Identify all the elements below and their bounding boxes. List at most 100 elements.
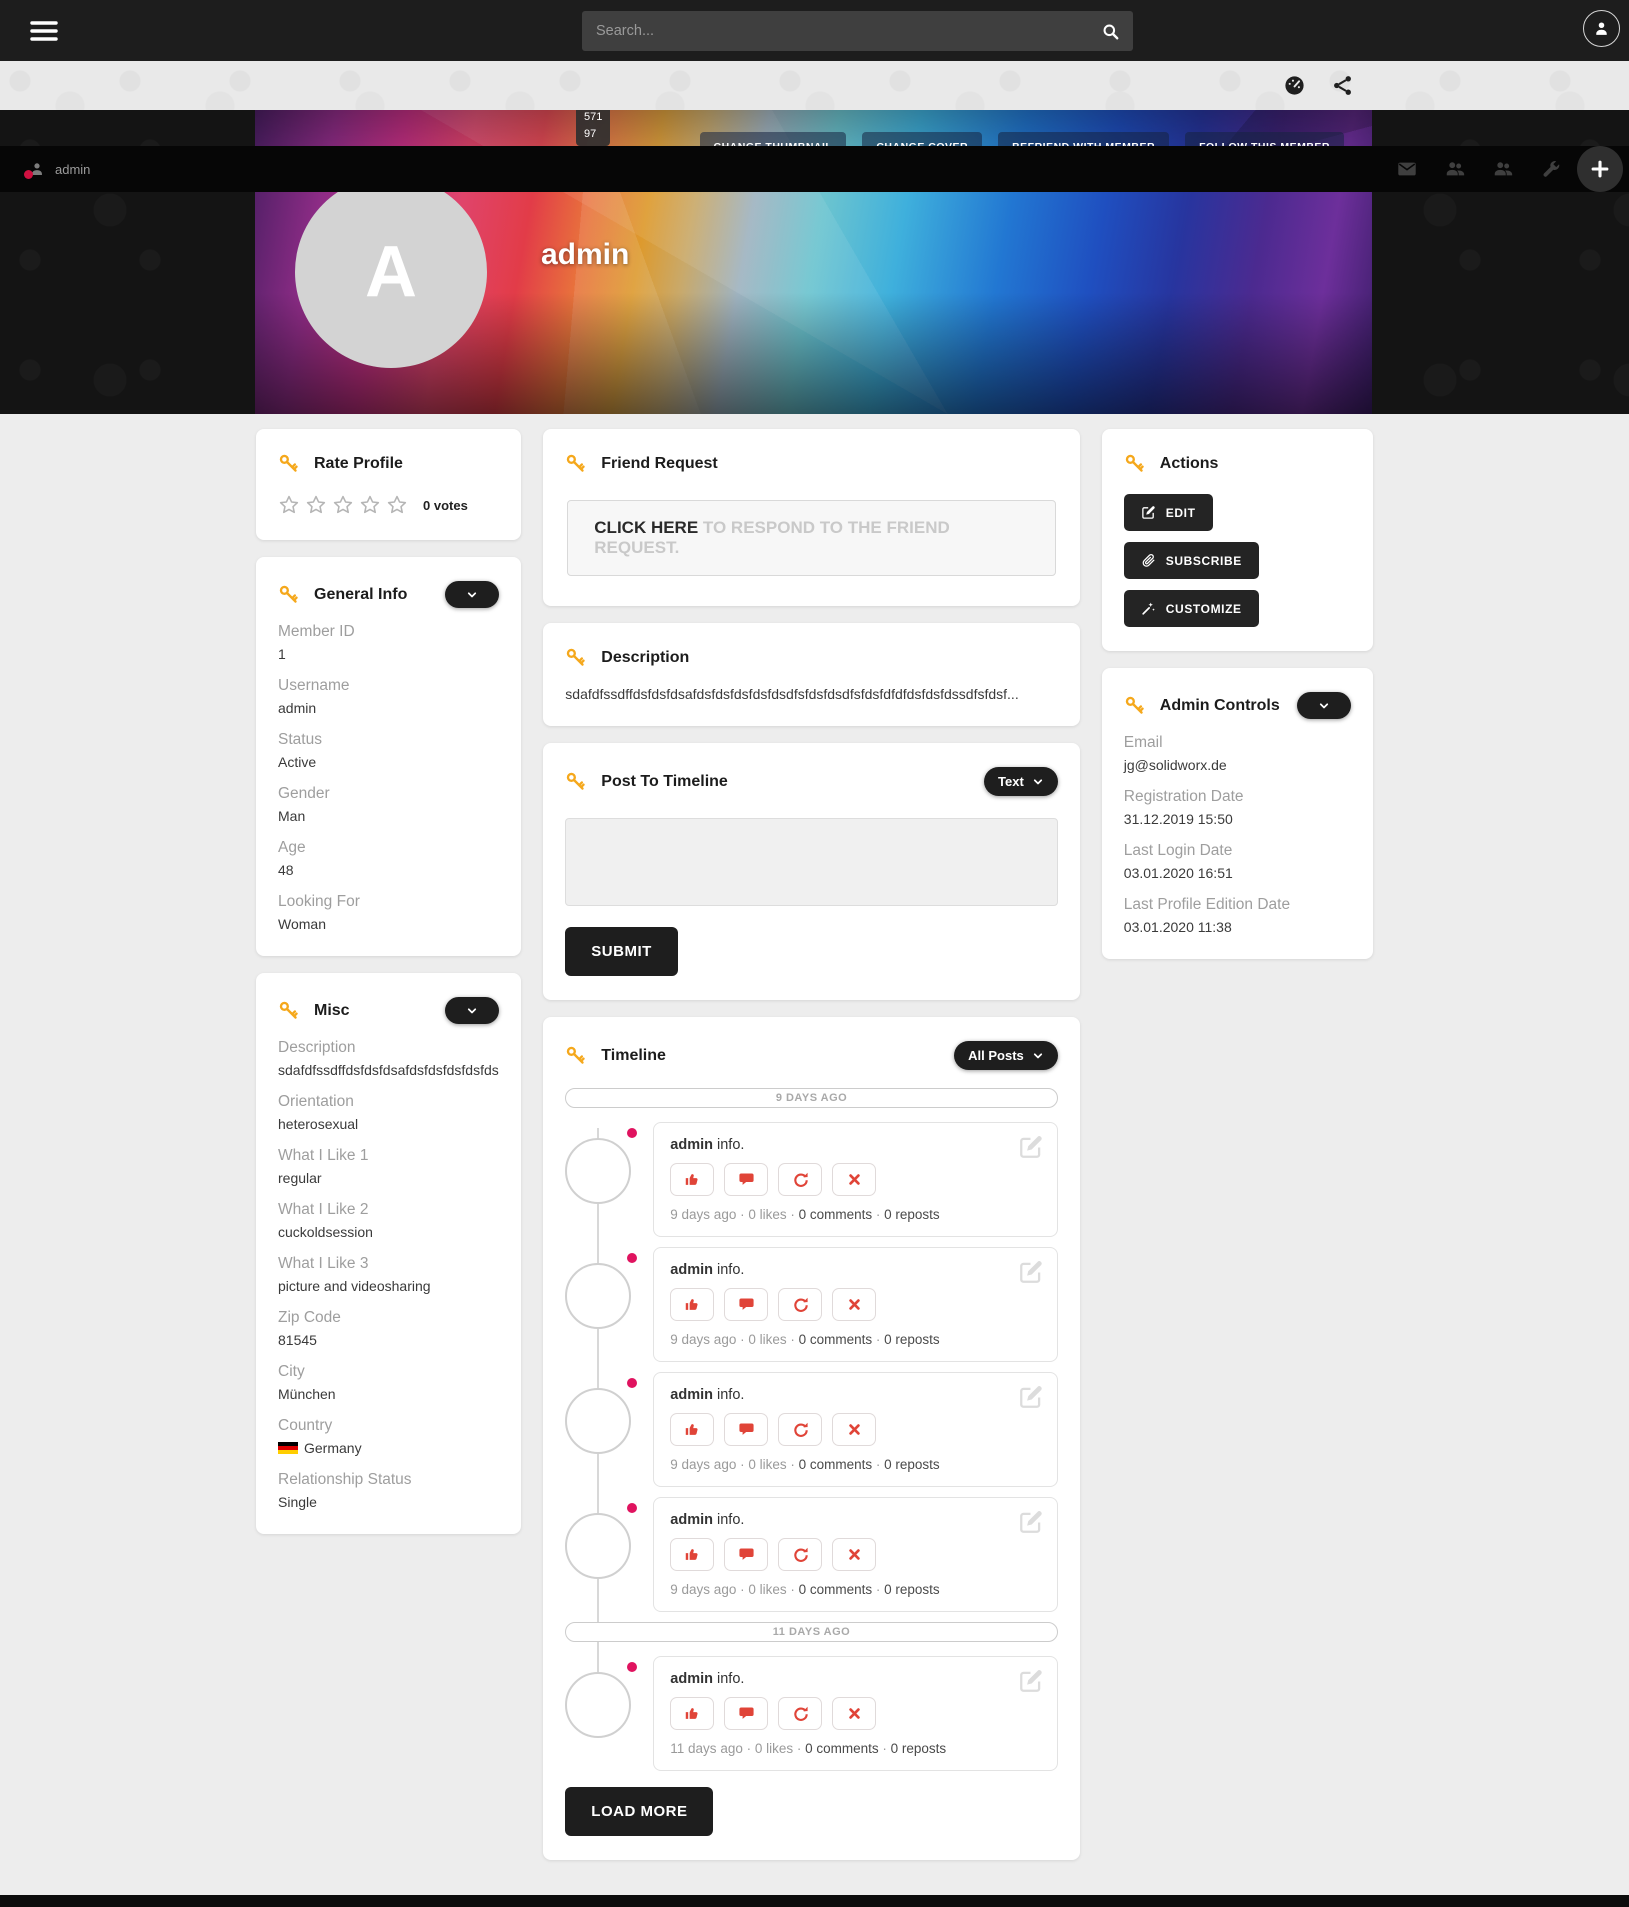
comment-button[interactable] bbox=[724, 1697, 768, 1730]
post-author[interactable]: admin bbox=[670, 1387, 713, 1403]
avatar-circle[interactable] bbox=[565, 1263, 631, 1329]
star-icon[interactable] bbox=[359, 494, 381, 516]
repost-button[interactable] bbox=[778, 1697, 822, 1730]
key-icon bbox=[278, 1000, 299, 1021]
comment-button[interactable] bbox=[724, 1288, 768, 1321]
collapse-toggle[interactable] bbox=[1297, 692, 1351, 719]
post-author[interactable]: admin bbox=[670, 1512, 713, 1528]
dashboard-icon[interactable] bbox=[1283, 74, 1306, 97]
reposts-link[interactable]: 0 reposts bbox=[884, 1457, 940, 1472]
delete-icon bbox=[846, 1546, 863, 1563]
delete-button[interactable] bbox=[832, 1413, 876, 1446]
star-icon[interactable] bbox=[332, 494, 354, 516]
subscribe-button[interactable]: SUBSCRIBE bbox=[1124, 542, 1259, 579]
timeline-item: admin info.11 days ago · 0 likes · 0 com… bbox=[565, 1656, 1058, 1771]
timeline-item: admin info.9 days ago · 0 likes · 0 comm… bbox=[565, 1247, 1058, 1362]
add-button[interactable] bbox=[1577, 146, 1623, 192]
reposts-link[interactable]: 0 reposts bbox=[884, 1582, 940, 1597]
repost-button[interactable] bbox=[778, 1288, 822, 1321]
avatar-circle[interactable] bbox=[565, 1672, 631, 1738]
comments-link[interactable]: 0 comments bbox=[799, 1457, 873, 1472]
post-author[interactable]: admin bbox=[670, 1671, 713, 1687]
avatar-circle[interactable] bbox=[565, 1513, 631, 1579]
post-time: 9 days ago bbox=[670, 1582, 736, 1597]
search-button[interactable] bbox=[1087, 11, 1133, 51]
post-author[interactable]: admin bbox=[670, 1262, 713, 1278]
reposts-link[interactable]: 0 reposts bbox=[884, 1207, 940, 1222]
field-value: 1 bbox=[278, 646, 499, 662]
comment-icon bbox=[738, 1546, 755, 1563]
search-input[interactable] bbox=[582, 23, 1087, 39]
timeline-date-separator: 11 DAYS AGO bbox=[565, 1622, 1058, 1642]
collapse-toggle[interactable] bbox=[445, 997, 499, 1024]
repost-button[interactable] bbox=[778, 1413, 822, 1446]
field-value: 48 bbox=[278, 862, 499, 878]
comment-icon bbox=[738, 1421, 755, 1438]
post-edit-icon[interactable] bbox=[1018, 1668, 1044, 1694]
post-edit-icon[interactable] bbox=[1018, 1134, 1044, 1160]
comments-link[interactable]: 0 comments bbox=[799, 1582, 873, 1597]
post-textarea[interactable] bbox=[565, 818, 1058, 906]
delete-button[interactable] bbox=[832, 1697, 876, 1730]
post-title: admin info. bbox=[670, 1137, 1041, 1153]
thumb-up-button[interactable] bbox=[670, 1413, 714, 1446]
repost-button[interactable] bbox=[778, 1163, 822, 1196]
comment-button[interactable] bbox=[724, 1538, 768, 1571]
reposts-link[interactable]: 0 reposts bbox=[891, 1741, 947, 1756]
comment-button[interactable] bbox=[724, 1413, 768, 1446]
messenger-icon[interactable] bbox=[1396, 158, 1418, 180]
card-title: General Info bbox=[314, 586, 407, 604]
thumb-up-button[interactable] bbox=[670, 1163, 714, 1196]
post-meta: 9 days ago · 0 likes · 0 comments · 0 re… bbox=[670, 1332, 1041, 1347]
top-navbar bbox=[0, 0, 1629, 61]
repost-icon bbox=[792, 1421, 809, 1438]
comments-link[interactable]: 0 comments bbox=[799, 1207, 873, 1222]
meta-separator: · bbox=[736, 1332, 748, 1347]
menu-icon[interactable] bbox=[28, 15, 60, 47]
delete-button[interactable] bbox=[832, 1288, 876, 1321]
delete-button[interactable] bbox=[832, 1163, 876, 1196]
comments-link[interactable]: 0 comments bbox=[805, 1741, 879, 1756]
thumb-up-button[interactable] bbox=[670, 1288, 714, 1321]
reposts-link[interactable]: 0 reposts bbox=[884, 1332, 940, 1347]
post-edit-icon[interactable] bbox=[1018, 1259, 1044, 1285]
groups-icon[interactable] bbox=[1492, 158, 1514, 180]
star-icon[interactable] bbox=[386, 494, 408, 516]
timeline-filter[interactable]: All Posts bbox=[954, 1041, 1058, 1070]
post-edit-icon[interactable] bbox=[1018, 1384, 1044, 1410]
star-icon[interactable] bbox=[305, 494, 327, 516]
profile-bar-user[interactable]: admin bbox=[28, 160, 90, 178]
comment-button[interactable] bbox=[724, 1163, 768, 1196]
thumb-up-button[interactable] bbox=[670, 1538, 714, 1571]
post-author[interactable]: admin bbox=[670, 1137, 713, 1153]
customize-button[interactable]: CUSTOMIZE bbox=[1124, 590, 1259, 627]
post-meta: 11 days ago · 0 likes · 0 comments · 0 r… bbox=[670, 1741, 1041, 1756]
delete-button[interactable] bbox=[832, 1538, 876, 1571]
online-status-dot bbox=[24, 170, 33, 179]
timeline-item: admin info.9 days ago · 0 likes · 0 comm… bbox=[565, 1372, 1058, 1487]
submit-button[interactable]: SUBMIT bbox=[565, 927, 678, 976]
share-icon[interactable] bbox=[1331, 74, 1354, 97]
tools-icon[interactable] bbox=[1540, 158, 1562, 180]
star-icon[interactable] bbox=[278, 494, 300, 516]
load-more-button[interactable]: LOAD MORE bbox=[565, 1787, 713, 1836]
avatar-circle[interactable] bbox=[565, 1388, 631, 1454]
avatar[interactable]: A bbox=[295, 176, 487, 368]
account-button[interactable] bbox=[1583, 10, 1620, 47]
timeline-avatar-rail bbox=[565, 1247, 653, 1362]
profile-sticky-bar: admin bbox=[0, 146, 1629, 192]
friend-request-cta[interactable]: CLICK HERE TO RESPOND TO THE FRIEND REQU… bbox=[567, 500, 1056, 576]
card-title: Timeline bbox=[601, 1047, 666, 1065]
edit-button[interactable]: EDIT bbox=[1124, 494, 1213, 531]
collapse-toggle[interactable] bbox=[445, 581, 499, 608]
post-type-selector[interactable]: Text bbox=[984, 767, 1058, 796]
comments-link[interactable]: 0 comments bbox=[799, 1332, 873, 1347]
post-edit-icon[interactable] bbox=[1018, 1509, 1044, 1535]
avatar-circle[interactable] bbox=[565, 1138, 631, 1204]
unread-dot bbox=[627, 1253, 637, 1263]
friends-icon[interactable] bbox=[1444, 158, 1466, 180]
profile-title: admin bbox=[541, 238, 629, 272]
repost-button[interactable] bbox=[778, 1538, 822, 1571]
badge-line-1: 571 bbox=[584, 109, 602, 126]
thumb-up-button[interactable] bbox=[670, 1697, 714, 1730]
